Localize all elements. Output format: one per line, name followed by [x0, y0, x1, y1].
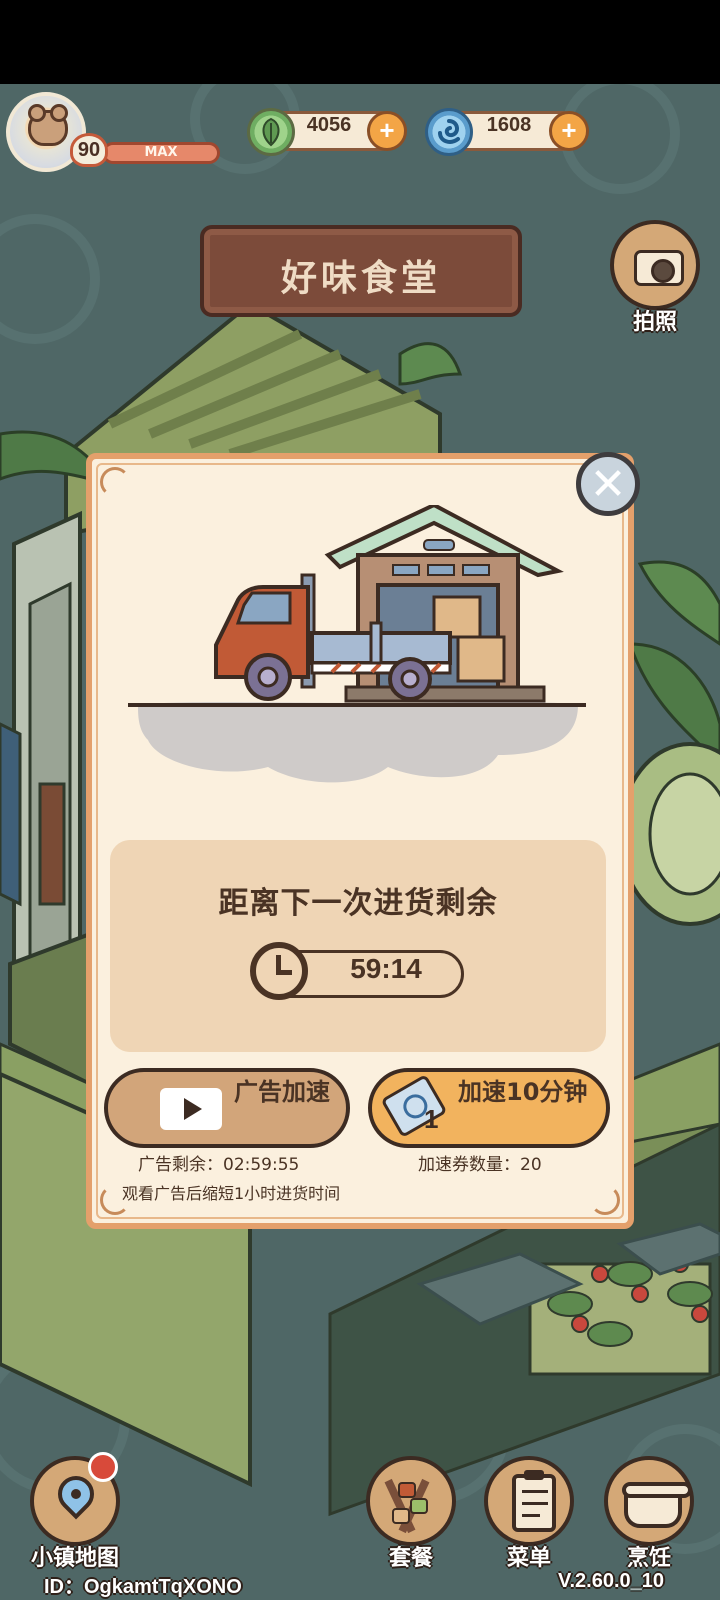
- watch-ad-speedup-button[interactable]: 广告加速: [104, 1068, 350, 1148]
- camera-button[interactable]: 拍照: [610, 220, 700, 335]
- set-meal-button[interactable]: 套餐: [366, 1456, 456, 1571]
- ad-button-label: 广告加速: [234, 1078, 330, 1106]
- level-badge: 90: [70, 133, 108, 167]
- speedup-button-label: 加速10分钟: [458, 1078, 588, 1106]
- leaf-currency-value: 4056: [306, 114, 352, 136]
- add-leaf-currency-button[interactable]: +: [367, 111, 407, 151]
- camera-label: 拍照: [632, 310, 677, 335]
- set-meal-label: 套餐: [388, 1546, 433, 1571]
- corner-ornament: [590, 1185, 620, 1215]
- ticket-count-text: 加速券数量：20: [418, 1155, 542, 1175]
- countdown-value: 59:14: [350, 953, 422, 984]
- cook-button[interactable]: 烹饪: [604, 1456, 694, 1571]
- town-map-label: 小镇地图: [30, 1546, 119, 1571]
- corner-ornament: [100, 467, 130, 497]
- restaurant-name: 好味食堂: [280, 258, 441, 299]
- delivery-truck-illustration: [128, 505, 586, 783]
- pot-icon: [622, 1482, 692, 1528]
- restock-countdown-title: 距离下一次进货剩余: [218, 886, 498, 921]
- cook-label: 烹饪: [626, 1546, 671, 1571]
- level-progress-bar: MAX: [102, 142, 220, 164]
- menu-button[interactable]: 菜单: [484, 1456, 574, 1571]
- close-icon: ✕: [589, 459, 627, 510]
- restock-info-panel: 距离下一次进货剩余 59:14: [110, 840, 606, 1052]
- menu-label: 菜单: [506, 1546, 551, 1571]
- ticket-badge-count: 1: [424, 1104, 439, 1134]
- player-id: ID：OgkamtTqXONO: [44, 1576, 242, 1598]
- leaf-currency-counter: 4056 +: [247, 108, 407, 156]
- speedup-10min-button[interactable]: 1 加速10分钟: [368, 1068, 610, 1148]
- bear-avatar-icon: [28, 104, 68, 146]
- plus-icon: +: [561, 115, 577, 145]
- swirl-currency-counter: 1608 +: [425, 108, 589, 156]
- clock-icon: [250, 942, 308, 1000]
- version-label: V.2.60.0_10: [558, 1570, 665, 1592]
- level-max-label: MAX: [144, 145, 178, 160]
- clipboard-icon: [512, 1470, 556, 1532]
- ad-hint-text: 观看广告后缩短1小时进货时间: [122, 1184, 341, 1203]
- plus-icon: +: [379, 115, 395, 145]
- add-swirl-currency-button[interactable]: +: [549, 111, 589, 151]
- camera-icon: [634, 250, 684, 286]
- notification-dot: [88, 1452, 118, 1482]
- ad-remaining-text: 广告剩余：02:59:55: [138, 1155, 300, 1175]
- play-icon: [160, 1088, 222, 1130]
- status-bar: [0, 0, 720, 84]
- swirl-currency-value: 1608: [486, 114, 532, 136]
- leaf-icon: [247, 108, 295, 156]
- swirl-icon: [425, 108, 473, 156]
- restaurant-sign: 好味食堂: [200, 225, 522, 317]
